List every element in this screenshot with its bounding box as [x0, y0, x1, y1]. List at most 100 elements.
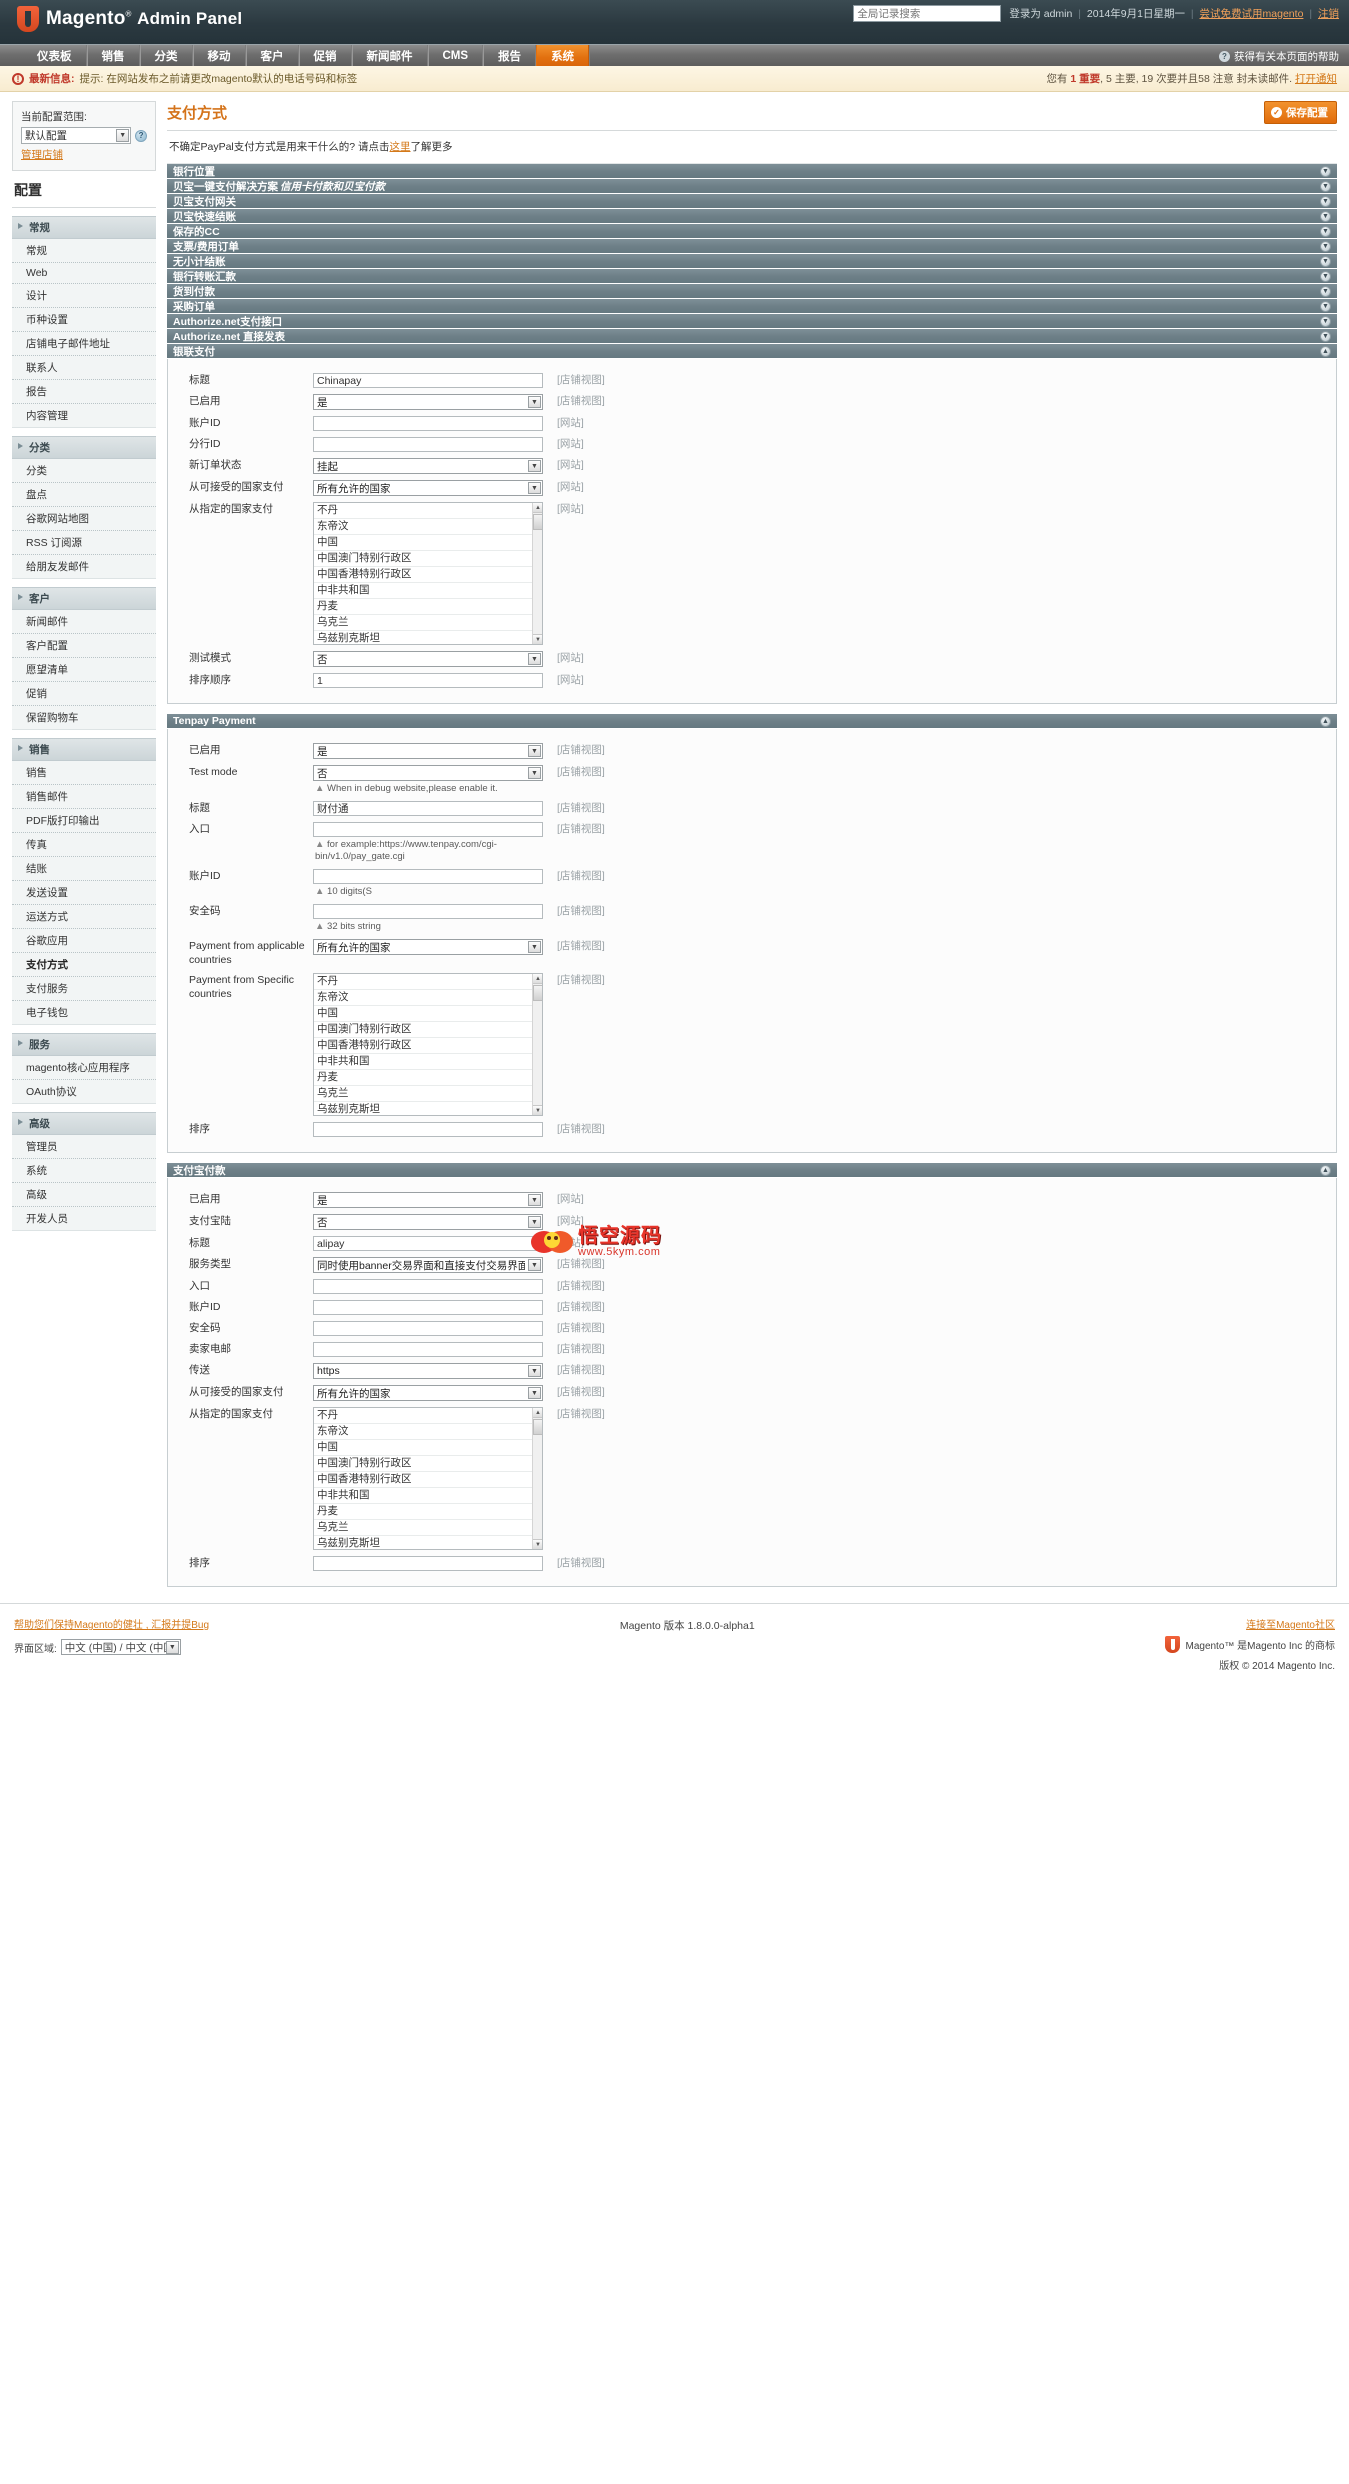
sidebar-item[interactable]: 发送设置 — [12, 881, 156, 905]
sidebar-item[interactable]: 促销 — [12, 682, 156, 706]
nav-item-newsletter[interactable]: 新闻邮件 — [351, 45, 428, 66]
multiselect-option[interactable]: 中国澳门特别行政区 — [314, 551, 542, 567]
text-input[interactable] — [313, 869, 543, 884]
text-input[interactable] — [313, 673, 543, 688]
multiselect-option[interactable]: 乌兹别克斯坦 — [314, 1536, 542, 1549]
report-bug-link[interactable]: 帮助您们保持Magento的健壮 , 汇报并提Bug — [14, 1620, 209, 1631]
sidebar-item[interactable]: 结账 — [12, 857, 156, 881]
text-input[interactable] — [313, 437, 543, 452]
select-dropdown[interactable]: 所有允许的国家 ▼ — [313, 939, 543, 955]
sidebar-item[interactable]: 报告 — [12, 380, 156, 404]
sidebar-item[interactable]: 销售 — [12, 761, 156, 785]
sidebar-item[interactable]: 运送方式 — [12, 905, 156, 929]
text-input[interactable] — [313, 801, 543, 816]
multiselect-option[interactable]: 中非共和国 — [314, 1488, 542, 1504]
select-dropdown[interactable]: 否 ▼ — [313, 1214, 543, 1230]
select-dropdown[interactable]: 否 ▼ — [313, 765, 543, 781]
collapsed-section-header[interactable]: 银行转账汇款 ▼ — [167, 269, 1337, 284]
save-config-button[interactable]: ✓ 保存配置 — [1264, 101, 1337, 124]
multiselect-option[interactable]: 丹麦 — [314, 599, 542, 615]
multiselect-option[interactable]: 东帝汶 — [314, 519, 542, 535]
scroll-up-icon[interactable]: ▲ — [533, 974, 542, 984]
sidebar-item[interactable]: 盘点 — [12, 483, 156, 507]
sidebar-item[interactable]: 系统 — [12, 1159, 156, 1183]
sidebar-item[interactable]: 支付方式 — [12, 953, 156, 977]
sidebar-item[interactable]: 谷歌应用 — [12, 929, 156, 953]
multiselect-option[interactable]: 中国澳门特别行政区 — [314, 1022, 542, 1038]
sidebar-item[interactable]: 给朋友发邮件 — [12, 555, 156, 578]
manage-stores-link[interactable]: 管理店铺 — [21, 147, 147, 162]
config-group-header[interactable]: 服务 — [12, 1033, 156, 1056]
text-input[interactable] — [313, 1300, 543, 1315]
collapsed-section-header[interactable]: 贝宝一键支付解决方案 信用卡付款和贝宝付款 ▼ — [167, 179, 1337, 194]
collapsed-section-header[interactable]: 支票/费用订单 ▼ — [167, 239, 1337, 254]
sidebar-item[interactable]: 谷歌网站地图 — [12, 507, 156, 531]
sidebar-item[interactable]: PDF版打印输出 — [12, 809, 156, 833]
sidebar-item[interactable]: 币种设置 — [12, 308, 156, 332]
collapsed-section-header[interactable]: 货到付款 ▼ — [167, 284, 1337, 299]
text-input[interactable] — [313, 822, 543, 837]
sidebar-item[interactable]: 管理员 — [12, 1135, 156, 1159]
sidebar-item[interactable]: 设计 — [12, 284, 156, 308]
multiselect-scrollbar[interactable]: ▲ ▼ — [532, 503, 542, 644]
collapsed-section-header[interactable]: 贝宝快速结账 ▼ — [167, 209, 1337, 224]
text-input[interactable] — [313, 1279, 543, 1294]
section-header[interactable]: 支付宝付款 ▲ — [167, 1163, 1337, 1178]
multiselect-option[interactable]: 中国香港特别行政区 — [314, 1472, 542, 1488]
page-help-link[interactable]: ? 获得有关本页面的帮助 — [1219, 45, 1339, 67]
scrollbar-thumb[interactable] — [533, 1419, 542, 1435]
config-group-header[interactable]: 常规 — [12, 216, 156, 239]
sidebar-item[interactable]: 分类 — [12, 459, 156, 483]
nav-item-reports[interactable]: 报告 — [483, 45, 537, 66]
multiselect-option[interactable]: 乌克兰 — [314, 1520, 542, 1536]
scroll-down-icon[interactable]: ▼ — [533, 634, 542, 644]
sidebar-item[interactable]: 联系人 — [12, 356, 156, 380]
sidebar-item[interactable]: 新闻邮件 — [12, 610, 156, 634]
sidebar-item[interactable]: 高级 — [12, 1183, 156, 1207]
text-input[interactable] — [313, 1236, 543, 1251]
sidebar-item[interactable]: 愿望清单 — [12, 658, 156, 682]
multiselect-scrollbar[interactable]: ▲ ▼ — [532, 974, 542, 1115]
sidebar-item[interactable]: 开发人员 — [12, 1207, 156, 1230]
interface-locale-select[interactable]: 中文 (中国) / 中文 (中国) ▼ — [60, 1639, 181, 1655]
multiselect-option[interactable]: 不丹 — [314, 974, 542, 990]
collapsed-section-header[interactable]: 采购订单 ▼ — [167, 299, 1337, 314]
select-dropdown[interactable]: 所有允许的国家 ▼ — [313, 1385, 543, 1401]
scope-select[interactable]: 默认配置 ▼ — [21, 127, 132, 144]
country-multiselect[interactable]: 不丹 东帝汶 中国 中国澳门特别行政区 中国香港特别行政区 中非共和国 丹麦 乌克兰 乌兹别克斯… — [313, 502, 543, 645]
global-search-input[interactable] — [853, 5, 1002, 22]
multiselect-option[interactable]: 中国香港特别行政区 — [314, 567, 542, 583]
multiselect-option[interactable]: 中国澳门特别行政区 — [314, 1456, 542, 1472]
scrollbar-thumb[interactable] — [533, 985, 542, 1001]
text-input[interactable] — [313, 1556, 543, 1571]
collapsed-section-header[interactable]: 无小计结账 ▼ — [167, 254, 1337, 269]
select-dropdown[interactable]: 是 ▼ — [313, 394, 543, 410]
multiselect-option[interactable]: 中国 — [314, 1006, 542, 1022]
select-dropdown[interactable]: https ▼ — [313, 1363, 543, 1379]
text-input[interactable] — [313, 904, 543, 919]
text-input[interactable] — [313, 1122, 543, 1137]
scroll-up-icon[interactable]: ▲ — [533, 503, 542, 513]
multiselect-option[interactable]: 乌兹别克斯坦 — [314, 631, 542, 644]
select-dropdown[interactable]: 所有允许的国家 ▼ — [313, 480, 543, 496]
nav-item-cms[interactable]: CMS — [427, 45, 484, 66]
sidebar-item[interactable]: magento核心应用程序 — [12, 1056, 156, 1080]
text-input[interactable] — [313, 416, 543, 431]
multiselect-option[interactable]: 中国香港特别行政区 — [314, 1038, 542, 1054]
multiselect-option[interactable]: 不丹 — [314, 503, 542, 519]
sidebar-item[interactable]: Web — [12, 263, 156, 284]
nav-item-mobile[interactable]: 移动 — [192, 45, 246, 66]
text-input[interactable] — [313, 1321, 543, 1336]
free-trial-link[interactable]: 尝试免费试用magento — [1200, 8, 1304, 20]
magento-community-link[interactable]: 连接至Magento社区 — [1246, 1620, 1335, 1631]
nav-item-promotions[interactable]: 促销 — [298, 45, 352, 66]
select-dropdown[interactable]: 挂起 ▼ — [313, 458, 543, 474]
scroll-down-icon[interactable]: ▼ — [533, 1105, 542, 1115]
multiselect-option[interactable]: 不丹 — [314, 1408, 542, 1424]
multiselect-option[interactable]: 丹麦 — [314, 1504, 542, 1520]
select-dropdown[interactable]: 是 ▼ — [313, 743, 543, 759]
scroll-down-icon[interactable]: ▼ — [533, 1539, 542, 1549]
collapsed-section-header[interactable]: 贝宝支付网关 ▼ — [167, 194, 1337, 209]
collapsed-section-header[interactable]: 银行位置 ▼ — [167, 164, 1337, 179]
sidebar-item[interactable]: 内容管理 — [12, 404, 156, 427]
